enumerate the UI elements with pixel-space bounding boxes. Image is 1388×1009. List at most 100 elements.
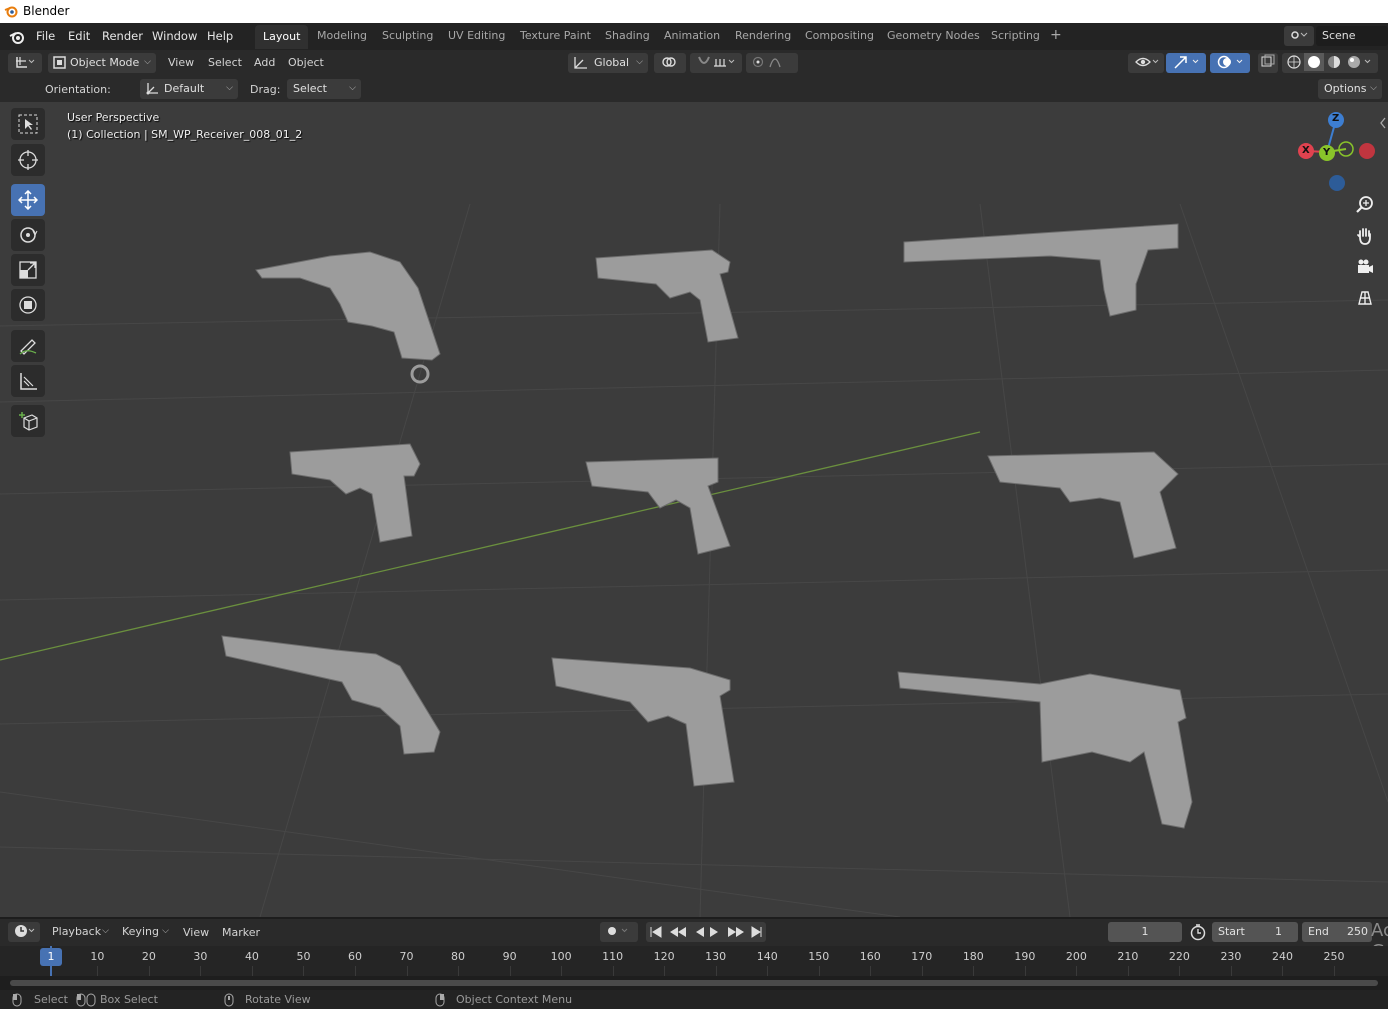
3d-viewport[interactable]: User Perspective (1) Collection | SM_WP_… [0,102,1388,917]
tab-scripting[interactable]: Scripting [987,29,1044,42]
frame-tick-label: 30 [193,950,208,963]
tab-sculpting[interactable]: Sculpting [378,29,437,42]
playhead-frame-indicator[interactable]: 1 [40,948,62,966]
frame-tick-label: 230 [1220,950,1242,963]
header-menu-select[interactable]: Select [208,56,242,69]
move-tool[interactable] [11,184,45,216]
tab-rendering[interactable]: Rendering [731,29,795,42]
tab-modeling[interactable]: Modeling [313,29,371,42]
transform-tool[interactable] [11,289,45,321]
add-workspace-icon[interactable]: + [1050,27,1062,43]
proportional-editing-button[interactable] [746,53,798,73]
measure-tool[interactable] [11,365,45,397]
auto-keying-button[interactable] [600,922,638,942]
scale-tool[interactable] [11,254,45,286]
header-menu-view[interactable]: View [168,56,194,69]
overlays-icon [1217,55,1243,69]
options-dropdown[interactable]: Options [1318,78,1382,99]
visibility-button[interactable] [1128,53,1164,73]
pivot-point-button[interactable] [654,53,686,73]
select-box-icon [18,114,38,134]
zoom-button[interactable] [1352,192,1378,218]
menu-window[interactable]: Window [152,29,197,43]
editor-type-button[interactable] [8,53,42,73]
frame-tick-line [303,966,305,976]
overlays-button[interactable] [1210,53,1250,73]
axes-editor-icon [16,57,35,68]
current-frame-field[interactable]: 1 [1108,922,1182,942]
timeline-scroll-thumb[interactable] [10,980,1378,986]
frame-tick-label: 80 [451,950,466,963]
perspective-toggle-button[interactable] [1352,285,1378,311]
sidebar-toggle-icon[interactable] [1378,116,1388,130]
frame-tick-label: 150 [808,950,830,963]
menu-render[interactable]: Render [102,29,143,43]
add-cube-tool[interactable] [11,405,45,437]
menu-help[interactable]: Help [207,29,233,43]
timeline-menu-marker[interactable]: Marker [222,926,260,939]
scene-name-field[interactable]: Scene [1316,26,1388,46]
rotate-tool[interactable] [11,219,45,251]
start-frame-field[interactable]: Start 1 [1212,922,1298,942]
pencil-icon [19,339,37,355]
frame-tick-label: 170 [911,950,933,963]
menu-edit[interactable]: Edit [68,29,90,43]
cursor-tool[interactable] [11,144,45,176]
orientation-label: Orientation: [45,83,111,96]
preview-range-stopwatch-icon[interactable] [1188,923,1208,941]
welrod-model [903,223,1179,317]
timeline-scrollbar[interactable] [0,976,1388,990]
gizmo-x-label: X [1302,145,1310,156]
timeline-menu-keying[interactable]: Keying [116,921,174,942]
tab-uv-editing[interactable]: UV Editing [444,29,509,42]
tab-animation[interactable]: Animation [660,29,724,42]
frame-tick-line [1230,966,1232,976]
snapping-button[interactable] [690,53,742,73]
xray-icon [1261,54,1275,67]
frame-tick-line [1282,966,1284,976]
viewport-perspective-label: User Perspective [67,111,160,124]
tab-texture-paint[interactable]: Texture Paint [516,29,595,42]
menu-file[interactable]: File [36,29,55,43]
ruler-icon [20,373,37,390]
header-menu-object[interactable]: Object [288,56,324,69]
tab-compositing[interactable]: Compositing [801,29,878,42]
frame-tick-label: 190 [1014,950,1036,963]
timeline-editor-type-button[interactable] [8,922,40,942]
scene-selector-button[interactable] [1284,26,1314,46]
xray-toggle-button[interactable] [1258,53,1278,73]
gizmo-toggle-button[interactable] [1166,53,1206,73]
zoom-icon [1356,196,1373,213]
end-frame-field[interactable]: End 250 [1302,922,1372,942]
shading-modes-icon [1287,53,1371,71]
mouse-drag-icon [76,993,96,1007]
tab-geometry-nodes[interactable]: Geometry Nodes [883,29,984,42]
frame-tick-label: 180 [962,950,984,963]
pan-button[interactable] [1352,223,1378,249]
gizmo-icon [1174,56,1199,69]
header-menu-add[interactable]: Add [254,56,275,69]
select-box-tool[interactable] [11,108,45,140]
timeline-frame-ruler[interactable]: 10 20 30 40 50 60 70 80 90 100 110 120 130 140 150 160 1… [0,946,1388,976]
timeline-menu-playback[interactable]: Playback [46,921,114,942]
camera-view-button[interactable] [1352,254,1378,280]
blender-menu-icon[interactable] [9,29,25,45]
frame-tick-line [1179,966,1181,976]
annotate-tool[interactable] [11,330,45,362]
scene-icon [1291,31,1308,39]
frame-tick-line [561,966,563,976]
modern-pistol-model [987,451,1179,559]
playback-controls[interactable] [646,922,766,942]
orientation-value: Default [164,82,205,95]
tab-layout[interactable]: Layout [255,25,309,49]
drag-dropdown[interactable]: Select Box [287,78,361,115]
frame-tick-label: 110 [602,950,624,963]
object-mode-dropdown[interactable]: Object Mode [48,52,156,73]
shading-mode-buttons[interactable] [1282,53,1378,73]
tab-shading[interactable]: Shading [601,29,654,42]
pistol-model-1911-b [551,657,735,787]
frame-tick-line [458,966,460,976]
timeline-menu-view[interactable]: View [183,926,209,939]
transform-orientation-dropdown[interactable]: Global [568,52,648,73]
orientation-dropdown[interactable]: Default [140,78,238,99]
